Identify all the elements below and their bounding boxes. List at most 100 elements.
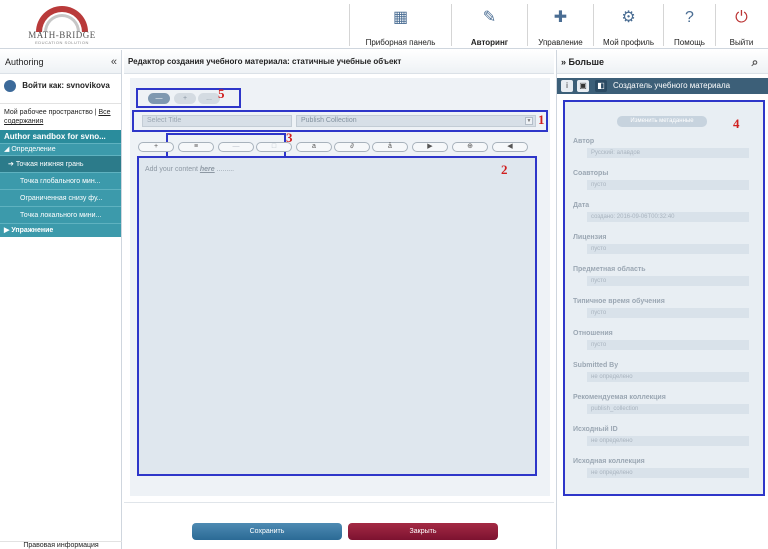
editor-tab-active[interactable]: — <box>148 93 170 104</box>
info-icon[interactable]: i <box>561 80 573 92</box>
editor-tab-more[interactable]: ... <box>198 93 220 104</box>
editor-placeholder: Add your content here ......... <box>145 166 234 173</box>
meta-source-id: Исходный ID не определено <box>573 426 759 446</box>
tree-item[interactable]: ➔ Точкая нижняя грань <box>0 155 121 172</box>
logout-icon: ⏻ <box>735 9 748 26</box>
nav-profile[interactable]: ⚙ Мой профиль <box>593 4 663 47</box>
meta-submitted-by-key: Submitted By <box>573 362 619 369</box>
nav-help[interactable]: ? Помощь <box>663 4 715 47</box>
title-collection-row: Select Title Publish Collection ▼ <box>132 110 548 132</box>
editor-placeholder-link[interactable]: here <box>200 166 215 173</box>
legal-info-link[interactable]: Правовая информация <box>0 541 122 549</box>
authoring-icon: ✎ <box>482 9 497 26</box>
top-header: MATH-BRIDGE EDUCATION SOLUTION ▦ Приборн… <box>0 0 768 49</box>
right-tabs: i ▣ ◧ Создатель учебного материала <box>557 78 768 94</box>
user-avatar-icon <box>4 80 16 92</box>
close-button[interactable]: Закрыть <box>348 523 498 540</box>
meta-date-key: Дата <box>573 202 590 209</box>
title-input[interactable]: Select Title <box>142 115 292 127</box>
user-info: Войти как: svnovikova <box>0 74 121 104</box>
meta-author-key: Автор <box>573 138 595 145</box>
toolbar-button-dash[interactable]: — <box>218 142 254 152</box>
meta-recommended-collection: Рекомендуемая коллекция publish_collectio… <box>573 394 759 414</box>
toolbar-button-lines[interactable]: ≡ <box>178 142 214 152</box>
nav-profile-label: Мой профиль <box>602 38 654 47</box>
toolbar-button-back[interactable]: ◀ <box>492 142 528 152</box>
nav-authoring[interactable]: ✎ Авторинг <box>451 4 527 47</box>
tree-item-label: Точкая нижняя грань <box>15 161 84 168</box>
toolbar-button-plus[interactable]: + <box>138 142 174 152</box>
left-panel-title: Authoring <box>5 57 44 67</box>
collection-select[interactable]: Publish Collection ▼ <box>296 115 536 127</box>
document-icon[interactable]: ◧ <box>595 80 607 92</box>
annotation-1: 1 <box>538 112 545 127</box>
editor-workspace: — + ... 5 Select Title Publish Collectio… <box>130 78 550 496</box>
meta-license: Лицензия пусто <box>573 234 759 254</box>
editor-panel: Редактор создания учебного материала: ст… <box>124 50 554 549</box>
tree-item[interactable]: Точка глобального мин... <box>0 172 121 189</box>
meta-license-key: Лицензия <box>573 234 607 241</box>
meta-source-id-key: Исходный ID <box>573 426 618 433</box>
workspace-links: Мой рабочее пространство | Все содержани… <box>0 104 121 130</box>
meta-subject-key: Предметная область <box>573 266 646 273</box>
book-icon[interactable]: ▣ <box>577 80 589 92</box>
action-bar: Сохранить Закрыть <box>124 502 554 549</box>
meta-learning-time-value: пусто <box>587 308 749 318</box>
search-icon[interactable]: ⌕ <box>746 53 764 71</box>
toolbar-button-d[interactable]: ∂ <box>334 142 370 152</box>
tree-item[interactable]: Точка локального мини... <box>0 206 121 223</box>
meta-relations-value: пусто <box>587 340 749 350</box>
nav-logout-label: Выйти <box>729 38 754 47</box>
dashboard-icon: ▦ <box>392 9 409 26</box>
logo-tagline: EDUCATION SOLUTION <box>35 40 89 45</box>
left-sidebar: Authoring « Войти как: svnovikova Мой ра… <box>0 50 122 549</box>
meta-learning-time-key: Типичное время обучения <box>573 298 665 305</box>
annotation-2: 2 <box>501 162 508 177</box>
meta-submitted-by: Submitted By не определено <box>573 362 759 382</box>
nav-help-label: Помощь <box>674 38 705 47</box>
toolbar-button-flag[interactable]: ▶ <box>412 142 448 152</box>
meta-learning-time: Типичное время обучения пусто <box>573 298 759 318</box>
nav-logout[interactable]: ⏻ Выйти <box>715 4 767 47</box>
meta-date: Дата создано: 2016-09-06T00:32:40 <box>573 202 759 222</box>
expand-right-icon[interactable]: » <box>561 57 566 67</box>
toolbar-button-aring[interactable]: å <box>372 142 408 152</box>
editor-placeholder-dots: ......... <box>214 166 235 173</box>
meta-source-collection-value: не определено <box>587 468 749 478</box>
meta-coauthors-value: пусто <box>587 180 749 190</box>
content-editor[interactable]: Add your content here ......... 2 <box>137 156 537 476</box>
right-panel-header: » Больше ⌕ <box>557 50 768 74</box>
meta-coauthors: Соавторы пусто <box>573 170 759 190</box>
meta-date-value: создано: 2016-09-06T00:32:40 <box>587 212 749 222</box>
annotation-5: 5 <box>218 86 225 101</box>
help-icon: ? <box>685 9 694 26</box>
left-panel-header: Authoring « <box>0 50 121 74</box>
toolbar-button-square[interactable]: □ <box>256 142 292 152</box>
my-workspace-link[interactable]: Мой рабочее пространство <box>4 109 93 116</box>
metadata-panel: Изменить метаданные 4 Автор Русский: aлав… <box>563 100 765 496</box>
edit-metadata-button[interactable]: Изменить метаданные <box>617 116 707 127</box>
math-bridge-logo[interactable]: MATH-BRIDGE EDUCATION SOLUTION <box>26 6 98 46</box>
meta-coauthors-key: Соавторы <box>573 170 609 177</box>
editor-tab-add[interactable]: + <box>174 93 196 104</box>
nav-management[interactable]: ✚ Управление <box>527 4 593 47</box>
nav-dashboard-label: Приборная панель <box>365 38 436 47</box>
sandbox-header[interactable]: Author sandbox for svno... <box>0 130 121 143</box>
user-login-text: Войти как: svnovikova <box>22 81 110 91</box>
editor-placeholder-text: Add your content <box>145 166 200 173</box>
tab-creator[interactable]: Создатель учебного материала <box>613 78 730 94</box>
chevron-down-icon[interactable]: ▼ <box>525 117 533 125</box>
editor-title: Редактор создания учебного материала: ст… <box>124 50 554 74</box>
meta-relations-key: Отношения <box>573 330 613 337</box>
tree-group-definition[interactable]: ◢ Определение <box>0 143 121 155</box>
toolbar-button-a[interactable]: a <box>296 142 332 152</box>
save-button[interactable]: Сохранить <box>192 523 342 540</box>
toolbar-button-circle[interactable]: ⊕ <box>452 142 488 152</box>
meta-submitted-by-value: не определено <box>587 372 749 382</box>
tree-group-exercise[interactable]: ▶ Упражнение <box>0 223 121 237</box>
meta-source-id-value: не определено <box>587 436 749 446</box>
nav-dashboard[interactable]: ▦ Приборная панель <box>349 4 451 47</box>
tree-item[interactable]: Ограниченная снизу фу... <box>0 189 121 206</box>
collapse-left-icon[interactable]: « <box>111 50 117 74</box>
meta-subject: Предметная область пусто <box>573 266 759 286</box>
